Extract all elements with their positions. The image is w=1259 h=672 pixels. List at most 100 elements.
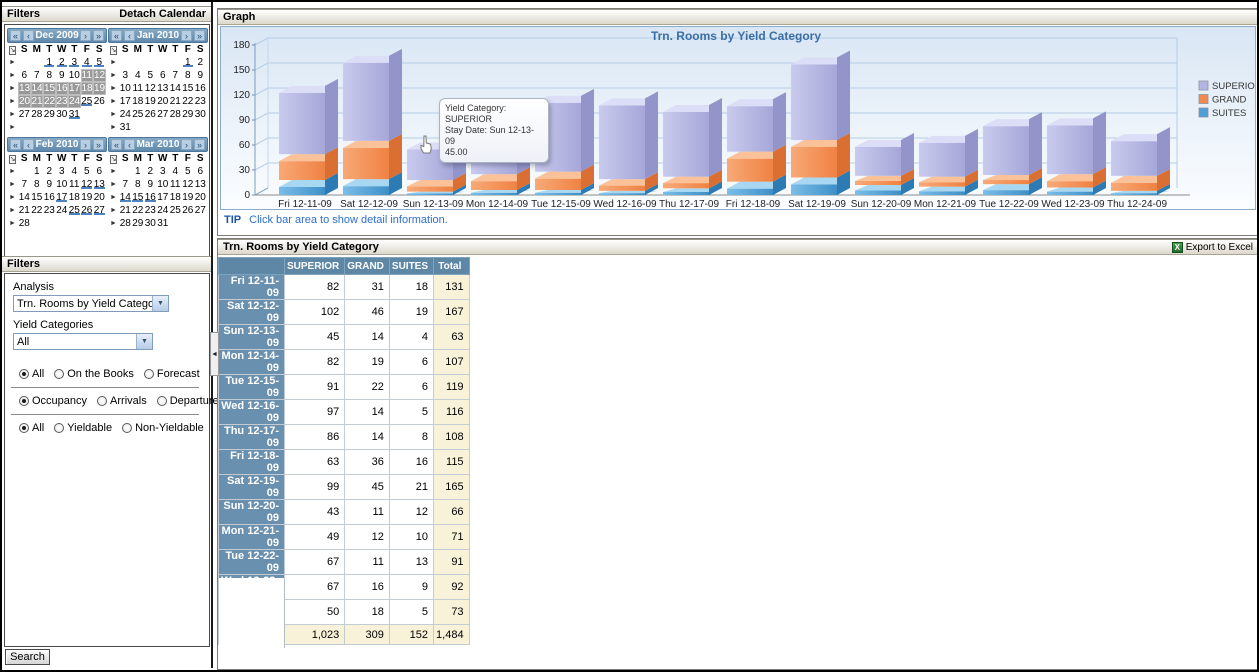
calendar-day[interactable]: 12 xyxy=(81,178,94,191)
week-select-arrow-icon[interactable]: ► xyxy=(7,165,18,178)
week-select-arrow-icon[interactable]: ► xyxy=(7,82,18,95)
calendar-day[interactable]: 2 xyxy=(43,165,56,178)
calendar-day[interactable]: 4 xyxy=(68,165,81,178)
calendar-day[interactable]: 10 xyxy=(119,82,132,95)
bar-segment-grand[interactable] xyxy=(791,147,837,178)
calendar-day[interactable]: 23 xyxy=(43,204,56,217)
calendar-day[interactable]: 27 xyxy=(194,204,207,217)
calendar-day[interactable]: 6 xyxy=(157,69,170,82)
calendar-day[interactable]: 31 xyxy=(68,108,81,121)
bar-segment-grand[interactable] xyxy=(727,159,773,182)
week-select-arrow-icon[interactable]: ► xyxy=(108,191,119,204)
bar-segment-suites[interactable] xyxy=(791,185,837,196)
calendar-day[interactable]: 1 xyxy=(43,56,56,69)
bar-segment-superior[interactable] xyxy=(919,143,965,177)
calendar-day[interactable]: 13 xyxy=(18,82,31,95)
calendar-day[interactable]: 14 xyxy=(169,82,182,95)
bar-segment-suites[interactable] xyxy=(663,192,709,195)
calendar-day[interactable]: 28 xyxy=(119,217,132,230)
calendar-day[interactable]: 22 xyxy=(132,204,145,217)
calendar-day[interactable]: 13 xyxy=(93,178,106,191)
bar-segment-suites[interactable] xyxy=(279,187,325,195)
next-year-icon[interactable]: » xyxy=(194,139,205,150)
bar-segment-grand[interactable] xyxy=(983,180,1029,184)
calendar-day[interactable]: 27 xyxy=(157,108,170,121)
calendar-day[interactable]: 16 xyxy=(43,191,56,204)
calendar-day[interactable]: 20 xyxy=(157,95,170,108)
bar-segment-suites[interactable] xyxy=(343,186,389,195)
week-select-arrow-icon[interactable]: ► xyxy=(7,191,18,204)
calendar-day[interactable]: 14 xyxy=(18,191,31,204)
calendar-day[interactable]: 18 xyxy=(81,82,94,95)
bar-segment-suites[interactable] xyxy=(1111,193,1157,195)
next-year-icon[interactable]: » xyxy=(93,139,104,150)
calendar-day[interactable]: 20 xyxy=(194,191,207,204)
calendar-day[interactable]: 31 xyxy=(119,121,132,134)
week-select-arrow-icon[interactable]: ► xyxy=(108,95,119,108)
calendar-day[interactable]: 6 xyxy=(93,165,106,178)
prev-year-icon[interactable]: « xyxy=(10,30,21,41)
calendar-day[interactable]: 3 xyxy=(157,165,170,178)
calendar-day[interactable]: 2 xyxy=(144,165,157,178)
calendar-day[interactable]: 17 xyxy=(68,82,81,95)
calendar-day[interactable]: 21 xyxy=(169,95,182,108)
bar-segment-superior[interactable] xyxy=(983,126,1029,175)
select-all-weeks-icon[interactable]: ↘ xyxy=(108,43,119,56)
calendar-day[interactable]: 22 xyxy=(31,204,44,217)
calendar-day[interactable]: 19 xyxy=(182,191,195,204)
bar-segment-superior[interactable] xyxy=(599,105,645,179)
calendar-day[interactable]: 16 xyxy=(194,82,207,95)
table-row[interactable]: Sun 12-20-0943111266 xyxy=(219,500,470,525)
calendar-day[interactable]: 15 xyxy=(182,82,195,95)
week-select-arrow-icon[interactable]: ► xyxy=(108,121,119,134)
calendar-day[interactable]: 12 xyxy=(182,178,195,191)
calendar-day[interactable]: 3 xyxy=(119,69,132,82)
radio-option-all[interactable]: All xyxy=(19,422,44,434)
calendar-day[interactable]: 26 xyxy=(81,204,94,217)
calendar-day[interactable]: 5 xyxy=(93,56,106,69)
calendar-day[interactable]: 11 xyxy=(68,178,81,191)
table-row[interactable]: Thu 12-17-0986148108 xyxy=(219,425,470,450)
calendar-day[interactable]: 4 xyxy=(132,69,145,82)
calendar-day[interactable]: 26 xyxy=(93,95,106,108)
calendar-day[interactable]: 30 xyxy=(144,217,157,230)
calendar-day[interactable]: 5 xyxy=(182,165,195,178)
bar-segment-suites[interactable] xyxy=(727,189,773,195)
calendar-day[interactable]: 3 xyxy=(56,165,69,178)
prev-year-icon[interactable]: « xyxy=(111,30,122,41)
bar-segment-grand[interactable] xyxy=(535,179,581,190)
bar-segment-grand[interactable] xyxy=(599,186,645,191)
bar-segment-grand[interactable] xyxy=(855,181,901,185)
calendar-day[interactable]: 20 xyxy=(18,95,31,108)
next-year-icon[interactable]: » xyxy=(194,30,205,41)
bar-segment-grand[interactable] xyxy=(663,183,709,188)
next-month-icon[interactable]: › xyxy=(80,30,91,41)
bar-segment-grand[interactable] xyxy=(407,186,453,191)
bar-segment-superior[interactable] xyxy=(1111,141,1157,176)
bar-segment-suites[interactable] xyxy=(471,193,517,195)
calendar-day[interactable]: 15 xyxy=(43,82,56,95)
calendar-day[interactable]: 1 xyxy=(132,165,145,178)
week-select-arrow-icon[interactable]: ► xyxy=(7,121,18,134)
calendar-day[interactable]: 16 xyxy=(56,82,69,95)
calendar-day[interactable]: 7 xyxy=(169,69,182,82)
calendar-day[interactable]: 17 xyxy=(56,191,69,204)
table-row[interactable]: Mon 12-14-0982196107 xyxy=(219,350,470,375)
calendar-day[interactable]: 24 xyxy=(56,204,69,217)
calendar-day[interactable]: 29 xyxy=(43,108,56,121)
radio-option-occupancy[interactable]: Occupancy xyxy=(19,395,87,407)
bar-segment-grand[interactable] xyxy=(279,161,325,180)
calendar-day[interactable]: 22 xyxy=(43,95,56,108)
calendar-day[interactable]: 6 xyxy=(18,69,31,82)
radio-option-yieldable[interactable]: Yieldable xyxy=(54,422,112,434)
prev-month-icon[interactable]: ‹ xyxy=(124,30,135,41)
calendar-day[interactable]: 28 xyxy=(18,217,31,230)
radio-option-arrivals[interactable]: Arrivals xyxy=(97,395,147,407)
calendar-day[interactable]: 23 xyxy=(144,204,157,217)
bar-segment-grand[interactable] xyxy=(1111,183,1157,191)
calendar-day[interactable]: 9 xyxy=(144,178,157,191)
prev-month-icon[interactable]: ‹ xyxy=(23,139,34,150)
calendar-day[interactable]: 17 xyxy=(119,95,132,108)
calendar-day[interactable]: 10 xyxy=(56,178,69,191)
prev-year-icon[interactable]: « xyxy=(10,139,21,150)
